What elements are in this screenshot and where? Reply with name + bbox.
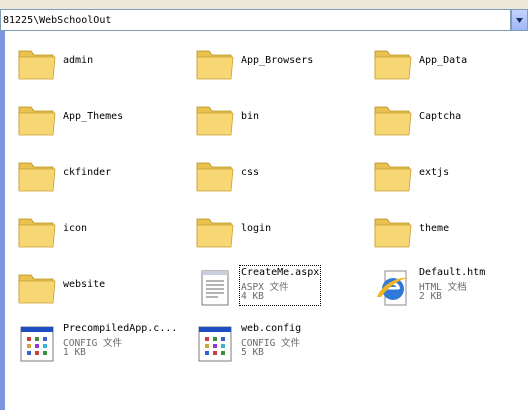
folder-item[interactable]: extjs (373, 155, 528, 203)
item-name: website (63, 279, 106, 290)
address-field[interactable]: 81225\WebSchoolOut (0, 9, 511, 31)
item-name: Captcha (419, 111, 462, 122)
item-name: bin (241, 111, 260, 122)
config-file-icon (20, 326, 54, 362)
folder-icon (18, 50, 56, 80)
folder-item[interactable]: theme (373, 211, 528, 259)
item-name: CreateMe.aspx (241, 267, 320, 278)
folder-item[interactable]: App_Browsers (195, 43, 365, 91)
file-view[interactable]: admin App_Browsers App_Data App_Themes b… (5, 31, 528, 410)
folder-icon (196, 162, 234, 192)
address-dropdown-button[interactable] (511, 9, 528, 31)
folder-item[interactable]: App_Data (373, 43, 528, 91)
folder-icon (18, 274, 56, 304)
item-name: admin (63, 55, 94, 66)
chevron-down-icon (516, 17, 523, 23)
file-item[interactable]: web.config CONFIG 文件 5 KB (195, 323, 365, 371)
config-file-icon (198, 326, 232, 362)
item-size: 2 KB (419, 291, 442, 302)
folder-icon (374, 106, 412, 136)
file-item[interactable]: PrecompiledApp.c... CONFIG 文件 1 KB (17, 323, 187, 371)
item-name: icon (63, 223, 88, 234)
address-bar: 81225\WebSchoolOut (0, 0, 528, 31)
folder-item[interactable]: bin (195, 99, 365, 147)
folder-icon (374, 162, 412, 192)
address-path: 81225\WebSchoolOut (3, 14, 112, 26)
item-size: 4 KB (241, 291, 264, 302)
folder-item[interactable]: Captcha (373, 99, 528, 147)
file-item[interactable]: CreateMe.aspx ASPX 文件 4 KB (195, 265, 365, 315)
folder-icon (196, 50, 234, 80)
item-size: 1 KB (63, 347, 86, 358)
folder-icon (374, 50, 412, 80)
item-name: App_Browsers (241, 55, 314, 66)
folder-item[interactable]: icon (17, 211, 187, 259)
item-name: web.config (241, 323, 302, 334)
item-name: App_Themes (63, 111, 124, 122)
item-name: PrecompiledApp.c... (63, 323, 178, 334)
folder-icon (18, 106, 56, 136)
item-name: ckfinder (63, 167, 112, 178)
folder-item[interactable]: css (195, 155, 365, 203)
item-name: theme (419, 223, 450, 234)
item-name: extjs (419, 167, 450, 178)
folder-icon (18, 162, 56, 192)
item-name: Default.htm (419, 267, 486, 278)
item-size: 5 KB (241, 347, 264, 358)
document-text-icon (201, 270, 229, 306)
folder-icon (18, 218, 56, 248)
folder-item[interactable]: admin (17, 43, 187, 91)
folder-icon (196, 106, 234, 136)
item-name: css (241, 167, 260, 178)
folder-item[interactable]: App_Themes (17, 99, 187, 147)
folder-item[interactable]: ckfinder (17, 155, 187, 203)
file-item[interactable]: Default.htm HTML 文档 2 KB (373, 267, 528, 315)
item-name: App_Data (419, 55, 468, 66)
item-name: login (241, 223, 272, 234)
folder-item[interactable]: login (195, 211, 365, 259)
folder-icon (374, 218, 412, 248)
folder-item[interactable]: website (17, 267, 187, 315)
folder-icon (196, 218, 234, 248)
internet-explorer-icon (377, 270, 409, 306)
